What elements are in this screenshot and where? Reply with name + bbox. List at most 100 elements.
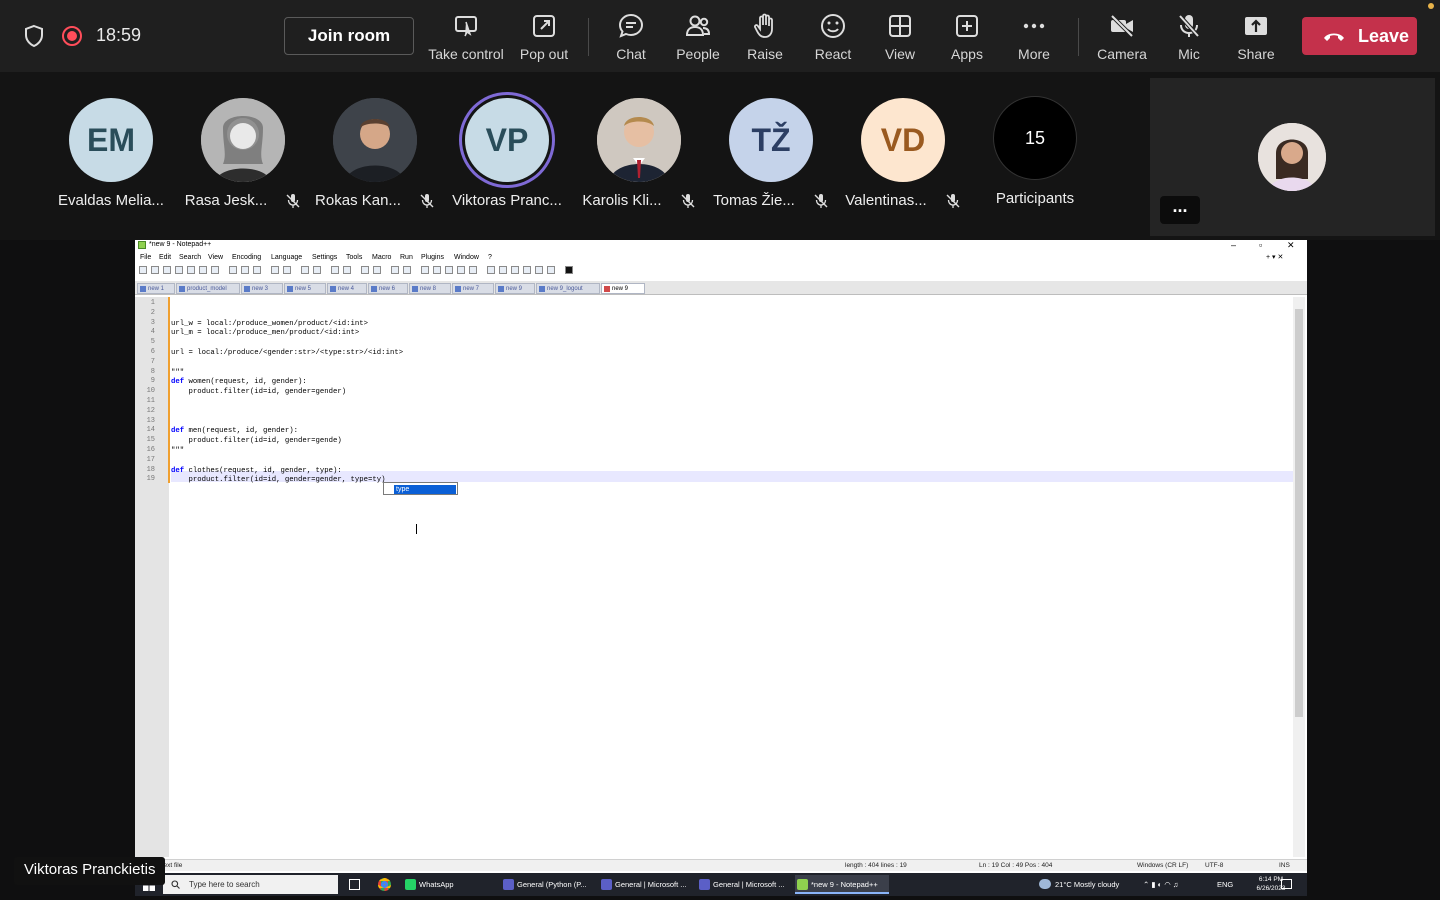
close-all-icon[interactable] xyxy=(199,266,207,274)
code-editor[interactable]: url_w = local:/produce_women/product/<id… xyxy=(171,297,1293,857)
notification-center-icon[interactable] xyxy=(1281,879,1292,889)
share-button[interactable]: Share xyxy=(1216,12,1296,64)
menu-macro[interactable]: Macro xyxy=(372,253,391,263)
menu-settings[interactable]: Settings xyxy=(312,253,337,263)
taskbar-app-notepad[interactable]: *new 9 - Notepad++ xyxy=(795,875,889,894)
take-control-button[interactable]: Take control xyxy=(426,12,506,64)
tab-new-1[interactable]: new 1 xyxy=(137,283,175,294)
participant-tile[interactable]: VD Valentinas... xyxy=(837,98,969,209)
tab-new-8[interactable]: new 8 xyxy=(409,283,451,294)
tab-new-9-old[interactable]: new 9 xyxy=(495,283,535,294)
function-list-icon[interactable] xyxy=(457,266,465,274)
show-all-chars-icon[interactable] xyxy=(403,266,411,274)
new-file-icon[interactable] xyxy=(139,266,147,274)
menu-view[interactable]: View xyxy=(208,253,223,263)
menu-language[interactable]: Language xyxy=(271,253,302,263)
taskbar-app-teams-python[interactable]: General (Python (P... xyxy=(501,875,593,894)
menu-run[interactable]: Run xyxy=(400,253,413,263)
tab-new-9-logout[interactable]: new 9_logout xyxy=(536,283,600,294)
menu-search[interactable]: Search xyxy=(179,253,201,263)
restore-icon[interactable]: ▫ xyxy=(1259,240,1262,250)
tab-new-6[interactable]: new 6 xyxy=(368,283,408,294)
menu-file[interactable]: File xyxy=(140,253,151,263)
indent-guide-icon[interactable] xyxy=(421,266,429,274)
chrome-icon[interactable] xyxy=(378,878,391,891)
meeting-timer: 18:59 xyxy=(96,25,142,45)
macro-run-multiple-icon[interactable] xyxy=(535,266,543,274)
paste-icon[interactable] xyxy=(253,266,261,274)
open-file-icon[interactable] xyxy=(151,266,159,274)
line-number: 17 xyxy=(146,455,155,464)
lang-icon[interactable] xyxy=(433,266,441,274)
participant-tile[interactable]: Rasa Jesk... xyxy=(177,98,309,209)
participant-tile-speaking[interactable]: VP Viktoras Pranc... xyxy=(441,98,573,209)
sync-vertical-icon[interactable] xyxy=(361,266,369,274)
task-view-icon[interactable] xyxy=(349,879,360,890)
taskbar-search-input[interactable]: Type here to search xyxy=(163,875,338,894)
close-file-icon[interactable] xyxy=(187,266,195,274)
participant-tile[interactable]: Rokas Kan... xyxy=(309,98,441,209)
line-number: 8 xyxy=(150,367,155,376)
more-button[interactable]: More xyxy=(994,12,1074,64)
tab-new-9-active[interactable]: new 9 xyxy=(601,283,645,294)
leave-button[interactable]: Leave xyxy=(1302,17,1417,55)
save-icon[interactable] xyxy=(163,266,171,274)
tab-new-3[interactable]: new 3 xyxy=(241,283,283,294)
vertical-scrollbar[interactable] xyxy=(1293,297,1305,857)
menu-help[interactable]: ? xyxy=(488,253,492,263)
tab-new-4[interactable]: new 4 xyxy=(327,283,367,294)
self-view-more-button[interactable]: ... xyxy=(1160,196,1200,224)
zoom-in-icon[interactable] xyxy=(331,266,339,274)
replace-icon[interactable] xyxy=(313,266,321,274)
copy-icon[interactable] xyxy=(241,266,249,274)
menu-tools[interactable]: Tools xyxy=(346,253,362,263)
macro-record-icon[interactable] xyxy=(499,266,507,274)
taskbar-app-teams-general-2[interactable]: General | Microsoft ... xyxy=(697,875,789,894)
print-icon[interactable] xyxy=(211,266,219,274)
weather-text[interactable]: 21°C Mostly cloudy xyxy=(1055,873,1119,896)
menu-edit[interactable]: Edit xyxy=(159,253,171,263)
scrollbar-thumb[interactable] xyxy=(1295,309,1303,717)
macro-play-icon[interactable] xyxy=(523,266,531,274)
line-number: 16 xyxy=(146,446,155,454)
doc-map-icon[interactable] xyxy=(445,266,453,274)
person-photo-icon xyxy=(333,98,417,182)
save-all-icon[interactable] xyxy=(175,266,183,274)
taskbar-app-whatsapp[interactable]: WhatsApp xyxy=(403,875,495,894)
language-indicator[interactable]: ENG xyxy=(1217,873,1233,896)
taskbar-app-teams-general[interactable]: General | Microsoft ... xyxy=(599,875,691,894)
participant-tile[interactable]: Karolis Kli... xyxy=(573,98,705,209)
autocomplete-item[interactable]: type xyxy=(394,485,456,494)
participant-tile[interactable]: TŽ Tomas Žie... xyxy=(705,98,837,209)
menu-plugins[interactable]: Plugins xyxy=(421,253,444,263)
cut-icon[interactable] xyxy=(229,266,237,274)
participants-overflow-tile[interactable]: 15 Participants xyxy=(969,96,1101,207)
monitoring-icon[interactable] xyxy=(487,266,495,274)
zoom-out-icon[interactable] xyxy=(343,266,351,274)
minimize-icon[interactable]: – xyxy=(1231,240,1236,250)
tab-new-7[interactable]: new 7 xyxy=(452,283,494,294)
search-icon xyxy=(171,880,180,889)
find-icon[interactable] xyxy=(301,266,309,274)
menu-encoding[interactable]: Encoding xyxy=(232,253,261,263)
code-line: """ xyxy=(171,368,185,377)
undo-icon[interactable] xyxy=(271,266,279,274)
join-room-button[interactable]: Join room xyxy=(284,17,414,55)
word-wrap-icon[interactable] xyxy=(391,266,399,274)
tab-product-model[interactable]: product_model xyxy=(176,283,240,294)
macro-save-icon[interactable] xyxy=(547,266,555,274)
doc-list-icon[interactable]: + ▾ ✕ xyxy=(1266,253,1283,263)
line-number: 18 xyxy=(146,465,155,474)
close-icon[interactable]: ✕ xyxy=(1287,240,1295,250)
participant-tile[interactable]: EM Evaldas Melia... xyxy=(45,98,177,209)
plugin-icon[interactable] xyxy=(565,266,573,274)
tab-new-5[interactable]: new 5 xyxy=(284,283,326,294)
pop-out-button[interactable]: Pop out xyxy=(504,12,584,64)
tray-icons[interactable]: ⌃ ▮ ◐ ◠ ♫ xyxy=(1143,873,1178,896)
folder-as-workspace-icon[interactable] xyxy=(469,266,477,274)
menu-window[interactable]: Window xyxy=(454,253,479,263)
macro-stop-icon[interactable] xyxy=(511,266,519,274)
redo-icon[interactable] xyxy=(283,266,291,274)
notepad-status-bar: Normal text file length : 404 lines : 19… xyxy=(135,859,1307,871)
sync-horizontal-icon[interactable] xyxy=(373,266,381,274)
